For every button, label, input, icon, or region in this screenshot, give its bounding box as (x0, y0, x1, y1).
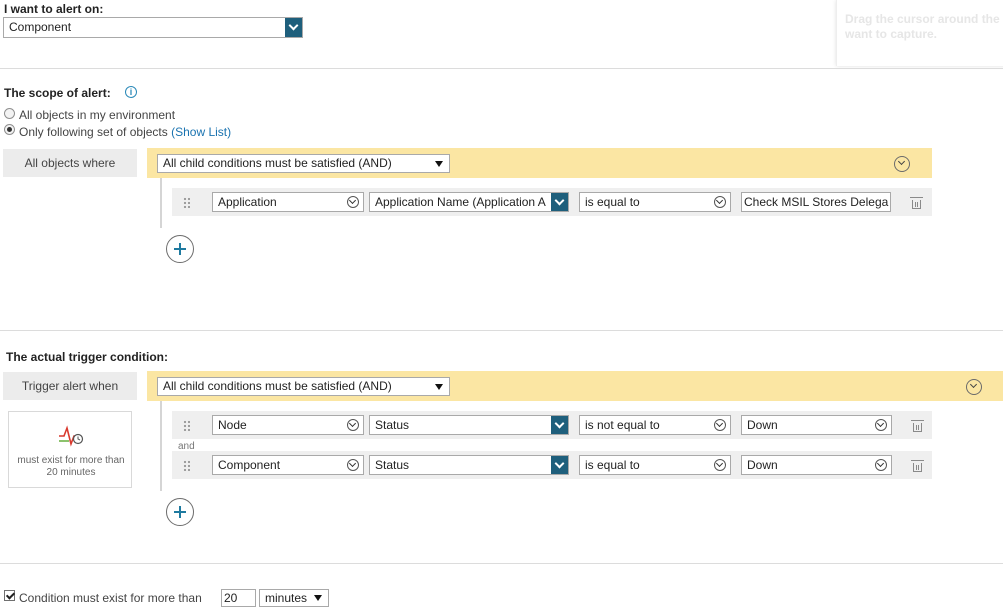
trigger-operator-select-2[interactable]: is equal to (579, 455, 731, 475)
chevron-down-icon (551, 456, 568, 474)
trigger-value-select-1[interactable]: Down (741, 415, 892, 435)
chevron-down-icon (714, 459, 726, 471)
trigger-property-select-2[interactable]: Status (369, 455, 569, 475)
drag-handle-icon[interactable] (183, 460, 190, 471)
show-list-link[interactable]: (Show List) (171, 125, 231, 139)
trigger-collapse-button[interactable] (966, 379, 982, 395)
chevron-down-icon (551, 193, 568, 211)
duration-checkbox[interactable] (4, 590, 15, 601)
trigger-add-condition-button[interactable] (166, 498, 194, 526)
scope-title: The scope of alert: (4, 86, 111, 100)
dropdown-arrow-icon (435, 161, 443, 167)
alert-on-select[interactable]: Component (3, 17, 303, 38)
timed-alert-icon (59, 425, 84, 447)
dropdown-arrow-icon (435, 384, 443, 390)
chevron-down-icon (714, 419, 726, 431)
drag-handle-icon[interactable] (183, 197, 190, 208)
chevron-down-icon (714, 196, 726, 208)
duration-amount-input[interactable]: 20 (221, 589, 256, 607)
trigger-condition-row-2: Component Status is equal to Down (172, 451, 932, 479)
trigger-field-select-2[interactable]: Component (212, 455, 364, 475)
chevron-down-icon (347, 196, 359, 208)
trigger-group-select[interactable]: All child conditions must be satisfied (… (157, 377, 450, 396)
capture-tooltip: Drag the cursor around the want to captur… (836, 0, 1003, 66)
scope-where-label: All objects where (3, 149, 137, 177)
trigger-value-select-2[interactable]: Down (741, 455, 892, 475)
scope-value-input[interactable]: Check MSIL Stores Delega (741, 192, 891, 212)
scope-tree-line (160, 178, 162, 228)
duration-badge: must exist for more than 20 minutes (8, 411, 132, 488)
divider (0, 563, 1003, 564)
trigger-title: The actual trigger condition: (6, 350, 169, 364)
radio-following-objects[interactable] (4, 124, 15, 135)
radio-all-objects[interactable] (4, 108, 15, 119)
tooltip-text: Drag the cursor around the want to captur… (845, 12, 1000, 41)
duration-unit-select[interactable]: minutes (259, 589, 329, 607)
duration-label: Condition must exist for more than (19, 591, 202, 605)
drag-handle-icon[interactable] (183, 420, 190, 431)
dropdown-arrow-icon (314, 595, 322, 601)
scope-group-select[interactable]: All child conditions must be satisfied (… (157, 154, 450, 173)
duration-badge-text: must exist for more than 20 minutes (17, 455, 125, 478)
trash-icon[interactable] (911, 420, 924, 432)
scope-collapse-button[interactable] (894, 156, 910, 172)
divider (0, 330, 1003, 331)
chevron-down-icon (875, 459, 887, 471)
chevron-down-icon (347, 419, 359, 431)
trigger-when-label: Trigger alert when (3, 372, 137, 400)
scope-property-select[interactable]: Application Name (Application A (369, 192, 569, 212)
trigger-tree-line (160, 401, 162, 491)
trash-icon[interactable] (911, 460, 924, 472)
info-icon[interactable]: i (125, 86, 137, 98)
trigger-operator-select-1[interactable]: is not equal to (579, 415, 731, 435)
chevron-down-icon (551, 416, 568, 434)
trigger-field-select-1[interactable]: Node (212, 415, 364, 435)
alert-on-label: I want to alert on: (4, 2, 104, 16)
alert-on-value: Component (9, 20, 72, 34)
scope-condition-row: Application Application Name (Applicatio… (172, 188, 932, 216)
chevron-down-icon (285, 18, 302, 37)
chevron-down-icon (875, 419, 887, 431)
scope-field-select[interactable]: Application (212, 192, 364, 212)
scope-add-condition-button[interactable] (166, 235, 194, 263)
scope-operator-select[interactable]: is equal to (579, 192, 731, 212)
radio-all-objects-label: All objects in my environment (19, 108, 176, 122)
trash-icon[interactable] (910, 197, 923, 209)
trigger-property-select-1[interactable]: Status (369, 415, 569, 435)
trigger-condition-row-1: Node Status is not equal to Down (172, 411, 932, 439)
divider (0, 68, 1003, 69)
radio-following-objects-label: Only following set of objects (Show List… (19, 125, 232, 139)
chevron-down-icon (347, 459, 359, 471)
